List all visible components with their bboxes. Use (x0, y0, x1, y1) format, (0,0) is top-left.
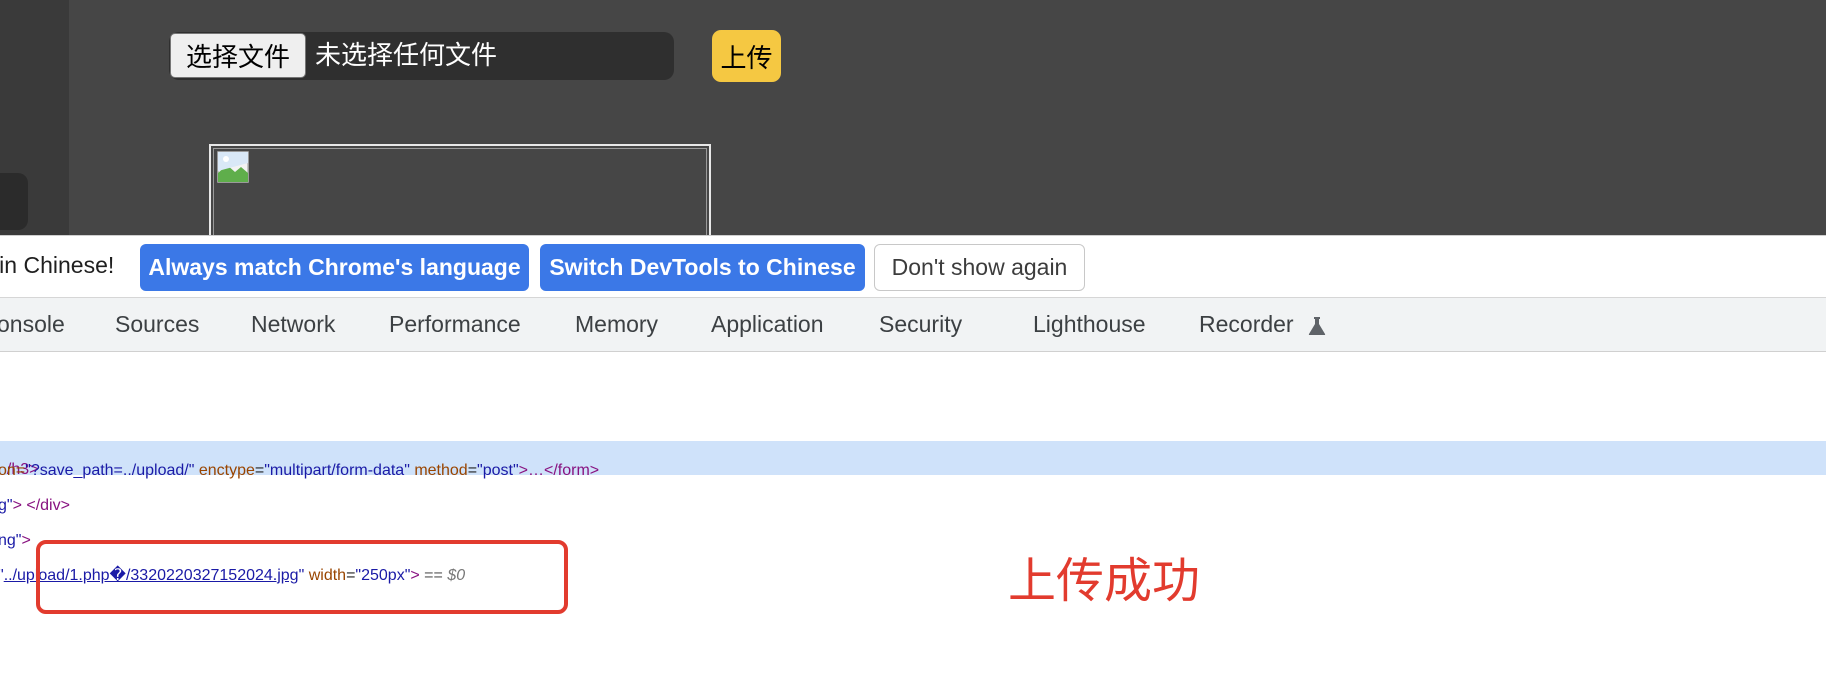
tab-console[interactable]: onsole (0, 311, 65, 338)
code-div-close: > </div> (12, 497, 70, 514)
dont-show-again-button[interactable]: Don't show again (874, 244, 1085, 291)
devtools-tab-bar: onsole Sources Network Performance Memor… (0, 297, 1826, 352)
code-action-value: "?save_path=../upload/" (25, 462, 195, 479)
code-method-value: "post" (477, 462, 519, 479)
annotation-text: 上传成功 (1008, 553, 1201, 609)
no-file-selected-text: 未选择任何文件 (315, 41, 498, 71)
tab-application[interactable]: Application (711, 311, 824, 338)
tab-recorder-label: Recorder (1199, 311, 1294, 337)
language-infobar: e in Chinese! Always match Chrome's lang… (0, 236, 1826, 297)
code-enctype-value: "multipart/form-data" (264, 462, 410, 479)
infobar-message: e in Chinese! (0, 252, 115, 278)
experimental-flask-icon (1308, 316, 1326, 335)
web-page-viewport: 选择文件 未选择任何文件 上传 (0, 0, 1826, 240)
code-attr-action: on= (0, 462, 26, 479)
code-img-wrapper-close: > (21, 532, 31, 549)
code-form-close: >…</form> (518, 462, 600, 479)
annotation-highlight-box (36, 540, 568, 614)
tab-security[interactable]: Security (879, 311, 962, 338)
choose-file-button[interactable]: 选择文件 (170, 33, 306, 78)
tab-performance[interactable]: Performance (389, 311, 521, 338)
switch-devtools-chinese-button[interactable]: Switch DevTools to Chinese (540, 244, 865, 291)
tab-recorder[interactable]: Recorder (1199, 311, 1326, 338)
code-line-div[interactable]: g"> </div> (0, 489, 70, 523)
code-attr-method: method (414, 462, 468, 479)
always-match-language-button[interactable]: Always match Chrome's language (140, 244, 529, 291)
tab-sources[interactable]: Sources (115, 311, 199, 338)
uploaded-image-frame (209, 144, 711, 240)
code-div-class-value: g" (0, 497, 13, 514)
code-line-form[interactable]: on="?save_path=../upload/" enctype="mult… (0, 454, 599, 488)
broken-image-icon (217, 151, 249, 183)
image-inner-border (213, 148, 707, 238)
code-line-h3-close[interactable]: /h3> (0, 419, 39, 478)
page-left-panel-edge (0, 173, 28, 230)
code-line-img-wrapper[interactable]: ng"> (0, 524, 31, 558)
upload-button[interactable]: 上传 (712, 30, 781, 82)
tab-network[interactable]: Network (251, 311, 335, 338)
tab-memory[interactable]: Memory (575, 311, 658, 338)
code-img-class-value: ng" (0, 532, 22, 549)
tab-lighthouse[interactable]: Lighthouse (1033, 311, 1146, 338)
code-attr-enctype: enctype (198, 462, 255, 479)
